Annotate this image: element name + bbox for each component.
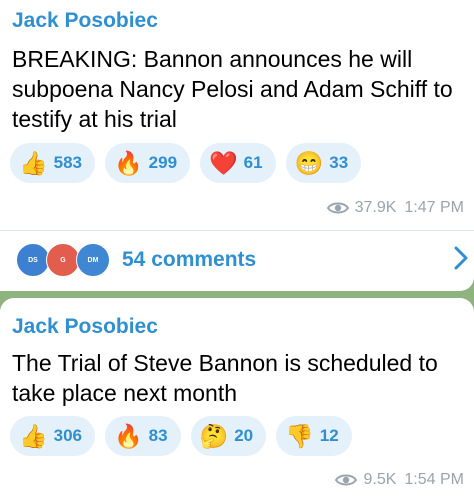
reaction-count: 299 bbox=[148, 153, 178, 172]
view-count: 9.5K bbox=[363, 471, 397, 488]
reaction-thumbs-up[interactable]: 👍 583 bbox=[10, 143, 96, 183]
message-card[interactable]: Jack Posobiec The Trial of Steve Bannon … bbox=[0, 298, 474, 500]
reaction-count: 12 bbox=[319, 426, 339, 445]
avatar: G bbox=[46, 243, 80, 277]
fire-icon: 🔥 bbox=[114, 422, 143, 449]
grin-icon: 😁 bbox=[294, 149, 324, 176]
reaction-grin[interactable]: 😁 33 bbox=[285, 143, 362, 183]
reaction-count: 306 bbox=[53, 426, 83, 445]
reaction-thumbs-up[interactable]: 👍 306 bbox=[10, 416, 96, 456]
message-meta: 9.5K 1:54 PM bbox=[335, 471, 464, 489]
commenter-avatars: DS G DM bbox=[16, 242, 116, 278]
reaction-fire[interactable]: 🔥 83 bbox=[105, 416, 181, 456]
reaction-thinking[interactable]: 🤔 20 bbox=[190, 416, 267, 456]
message-text: BREAKING: Bannon announces he will subpo… bbox=[12, 46, 453, 132]
thumbs-up-icon: 👍 bbox=[19, 149, 48, 176]
reaction-heart[interactable]: ❤️ 61 bbox=[200, 143, 276, 183]
reaction-count: 83 bbox=[148, 426, 168, 445]
message-text: The Trial of Steve Bannon is scheduled t… bbox=[12, 350, 438, 406]
message-meta: 37.9K 1:47 PM bbox=[326, 199, 464, 217]
reactions-bar: 👍 306 🔥 83 🤔 20 👎 12 bbox=[10, 416, 362, 456]
thumbs-up-icon: 👍 bbox=[19, 422, 48, 449]
avatar: DS bbox=[16, 243, 50, 277]
heart-icon: ❤️ bbox=[209, 149, 238, 176]
reaction-thumbs-down[interactable]: 👎 12 bbox=[276, 416, 352, 456]
timestamp: 1:47 PM bbox=[404, 199, 464, 216]
thumbs-down-icon: 👎 bbox=[285, 422, 314, 449]
comments-count[interactable]: 54 comments bbox=[122, 248, 256, 272]
eye-icon bbox=[326, 202, 349, 214]
reaction-count: 33 bbox=[329, 153, 349, 172]
fire-icon: 🔥 bbox=[114, 149, 143, 176]
reaction-count: 61 bbox=[243, 153, 263, 172]
view-count: 37.9K bbox=[354, 199, 397, 216]
comments-button[interactable]: DS G DM 54 comments bbox=[0, 231, 474, 289]
author-name[interactable]: Jack Posobiec bbox=[12, 315, 158, 339]
author-name[interactable]: Jack Posobiec bbox=[12, 9, 158, 33]
eye-icon bbox=[335, 474, 358, 486]
avatar: DM bbox=[76, 243, 110, 277]
message-card[interactable]: Jack Posobiec BREAKING: Bannon announces… bbox=[0, 0, 474, 291]
thinking-icon: 🤔 bbox=[199, 422, 229, 449]
chevron-right-icon[interactable] bbox=[454, 246, 468, 270]
reaction-count: 20 bbox=[234, 426, 254, 445]
reactions-bar: 👍 583 🔥 299 ❤️ 61 😁 33 bbox=[10, 143, 371, 183]
reaction-fire[interactable]: 🔥 299 bbox=[105, 143, 191, 183]
reaction-count: 583 bbox=[53, 153, 83, 172]
timestamp: 1:54 PM bbox=[404, 471, 464, 488]
